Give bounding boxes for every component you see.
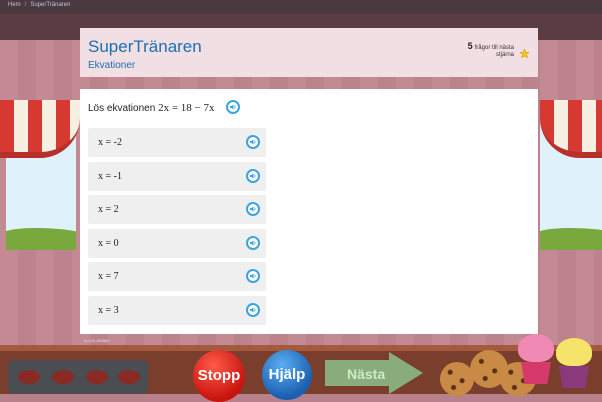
answer-option[interactable]: x = 3 bbox=[88, 296, 266, 325]
speaker-icon[interactable] bbox=[226, 100, 240, 114]
speaker-icon[interactable] bbox=[246, 303, 260, 317]
answer-option[interactable]: x = -2 bbox=[88, 128, 266, 157]
baking-tray bbox=[8, 360, 148, 394]
answer-option[interactable]: x = 7 bbox=[88, 262, 266, 291]
breadcrumb-home[interactable]: Hem bbox=[8, 2, 21, 8]
question-prompt: Lös ekvationen 2x = 18 − 7x bbox=[88, 102, 215, 114]
speaker-icon[interactable] bbox=[246, 269, 260, 283]
topic-title: Ekvationer bbox=[88, 60, 136, 71]
question-card: Lös ekvationen 2x = 18 − 7x x = -2 x = -… bbox=[80, 89, 538, 343]
equation: 2x = 18 − 7x bbox=[158, 102, 215, 114]
breadcrumb-current[interactable]: SuperTränaren bbox=[30, 2, 70, 8]
answer-option[interactable]: x = 0 bbox=[88, 229, 266, 258]
cookie bbox=[440, 362, 474, 396]
cupcake bbox=[518, 334, 554, 384]
stop-button[interactable]: Stopp bbox=[193, 350, 245, 402]
header-card: SuperTränaren Ekvationer 5 frågor till nä… bbox=[80, 28, 538, 77]
remaining-count: 5 bbox=[467, 41, 473, 51]
speaker-icon[interactable] bbox=[246, 236, 260, 250]
help-button[interactable]: Hjälp bbox=[262, 350, 312, 400]
next-button[interactable]: Nästa bbox=[325, 352, 423, 398]
question-id: N-429-369880 bbox=[84, 338, 110, 343]
answer-option[interactable]: x = 2 bbox=[88, 195, 266, 224]
speaker-icon[interactable] bbox=[246, 169, 260, 183]
speaker-icon[interactable] bbox=[246, 135, 260, 149]
star-progress: 5 frågor till nästa stjärna bbox=[467, 41, 514, 59]
cupcake bbox=[556, 338, 592, 388]
speaker-icon[interactable] bbox=[246, 202, 260, 216]
top-bar: Hem / SuperTränaren bbox=[0, 0, 602, 14]
breadcrumb: Hem / SuperTränaren bbox=[8, 2, 71, 8]
answer-option[interactable]: x = -1 bbox=[88, 162, 266, 191]
app-title: SuperTränaren bbox=[88, 37, 202, 56]
star-icon bbox=[519, 48, 530, 59]
